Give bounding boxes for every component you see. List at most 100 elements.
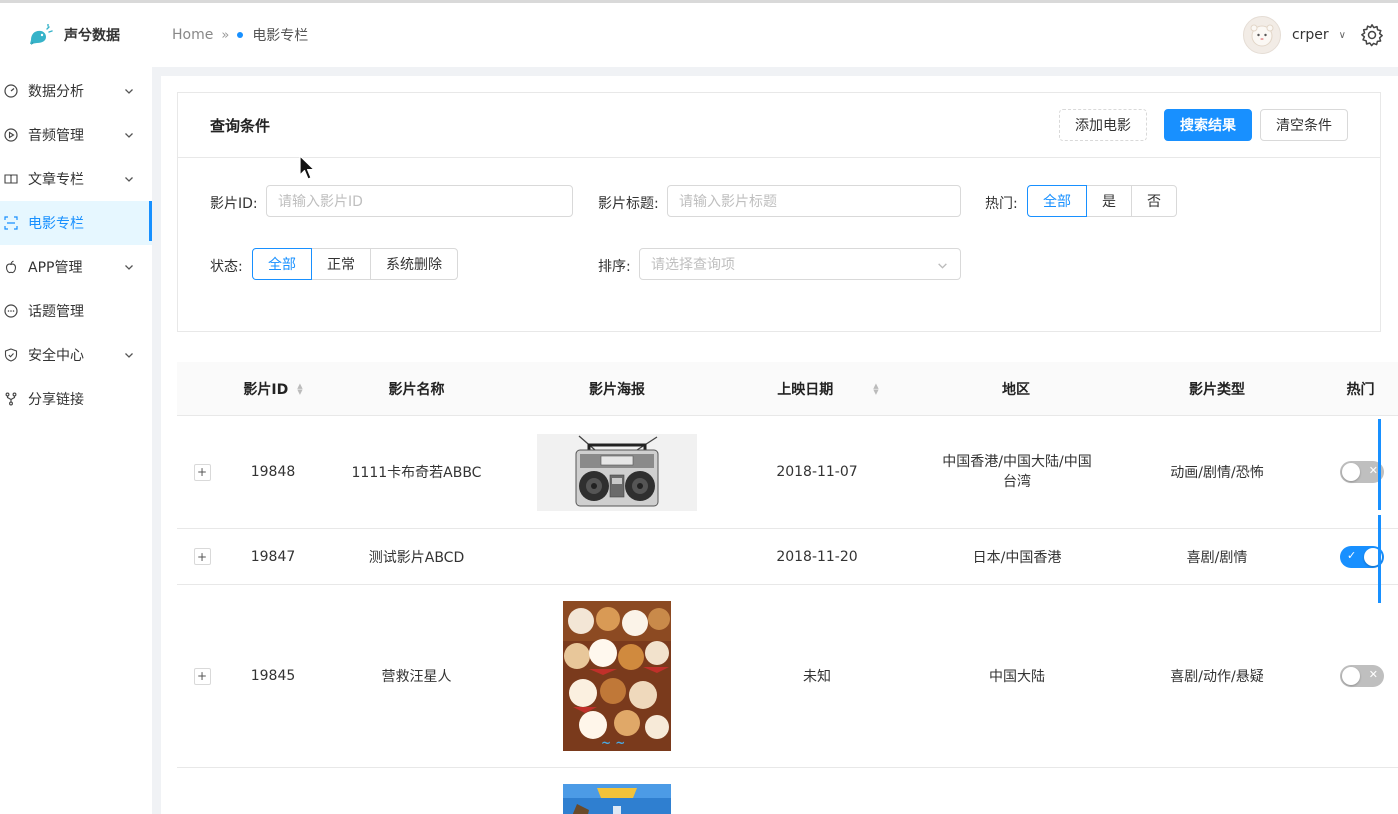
movie-poster-empty <box>514 529 720 584</box>
sidebar-item-topics[interactable]: 话题管理 <box>0 289 152 333</box>
column-header-id[interactable]: 影片ID ▲ ▼ <box>227 362 319 416</box>
sidebar-item-security[interactable]: 安全中心 <box>0 333 152 377</box>
hot-label: 热门: <box>985 196 1018 212</box>
sidebar-item-share[interactable]: 分享链接 <box>0 377 152 421</box>
add-movie-button[interactable]: 添加电影 <box>1059 109 1147 141</box>
scrollbar-indicator[interactable] <box>1378 515 1381 603</box>
hot-option-yes[interactable]: 是 <box>1086 185 1132 217</box>
genre-cell: 喜剧/动作/悬疑 <box>1170 669 1264 685</box>
sidebar-item-label: 话题管理 <box>28 304 84 320</box>
column-header-label: 地区 <box>1002 382 1030 398</box>
gear-icon[interactable] <box>1360 23 1384 47</box>
movie-poster[interactable] <box>537 433 697 511</box>
release-date-cell: 未知 <box>803 669 831 685</box>
column-header-poster: 影片海报 <box>514 362 720 416</box>
sort-select-placeholder: 请选择查询项 <box>651 257 735 273</box>
chevron-down-icon <box>124 172 134 188</box>
genre-cell: 喜剧/剧情 <box>1186 549 1248 566</box>
movie-name-cell: 营救汪星人 <box>381 669 452 685</box>
query-card-header: 查询条件 添加电影 搜索结果 清空条件 <box>178 93 1380 158</box>
hot-option-all[interactable]: 全部 <box>1027 185 1087 217</box>
sort-select[interactable]: 请选择查询项 <box>639 248 961 280</box>
movie-title-input[interactable]: 请输入影片标题 <box>667 185 961 217</box>
dashboard-icon <box>4 84 18 98</box>
query-actions: 添加电影 搜索结果 清空条件 <box>1059 109 1348 141</box>
chevron-down-icon <box>124 348 134 364</box>
sidebar-item-data-analysis[interactable]: 数据分析 <box>0 69 152 113</box>
play-circle-icon <box>4 128 18 142</box>
movie-name-cell: 测试影片ABCD <box>368 549 465 566</box>
movie-title-label: 影片标题: <box>598 196 659 212</box>
movie-name-cell: 1111卡布奇若ABBC <box>351 465 482 481</box>
chevron-down-icon <box>124 128 134 144</box>
movie-id-cell: 19845 <box>250 668 296 684</box>
table-row: + 19848 1111卡布奇若ABBC 2018-11-07 中国香港/中国大… <box>177 416 1398 529</box>
column-header-label: 影片海报 <box>589 382 645 398</box>
apple-icon <box>4 260 18 274</box>
breadcrumb-current: 电影专栏 <box>252 28 309 44</box>
top-header: 声兮数据 Home » 电影专栏 crper ∨ <box>0 3 1398 67</box>
column-header-label: 影片ID <box>243 382 289 398</box>
breadcrumb: Home » 电影专栏 <box>172 25 308 45</box>
movie-id-input[interactable]: 请输入影片ID <box>266 185 573 217</box>
column-header-label: 上映日期 <box>777 382 834 398</box>
column-header-name: 影片名称 <box>319 362 514 416</box>
movie-poster[interactable] <box>563 784 671 814</box>
search-button[interactable]: 搜索结果 <box>1164 109 1252 141</box>
expand-row-button[interactable]: + <box>193 463 211 481</box>
app-logo[interactable]: 声兮数据 <box>0 24 160 46</box>
query-title: 查询条件 <box>210 116 271 135</box>
chevron-down-icon <box>937 259 948 275</box>
sidebar-item-label: 电影专栏 <box>28 216 84 232</box>
hot-toggle[interactable]: ✕ <box>1340 665 1384 687</box>
table-row: + 19847 测试影片ABCD 2018-11-20 日本/中国香港 喜剧/剧… <box>177 529 1398 585</box>
expand-row-button[interactable]: + <box>193 548 211 565</box>
expand-row-button[interactable]: + <box>193 667 211 685</box>
sidebar-item-app[interactable]: APP管理 <box>0 245 152 289</box>
chevron-down-icon <box>124 84 134 100</box>
expand-column-header <box>177 362 227 416</box>
table-row <box>177 768 1398 814</box>
breadcrumb-home[interactable]: Home <box>172 27 213 43</box>
sidebar-item-articles[interactable]: 文章专栏 <box>0 157 152 201</box>
column-header-hot: 热门 <box>1323 362 1398 416</box>
movie-id-cell: 19848 <box>250 464 296 480</box>
column-header-label: 热门 <box>1346 382 1375 398</box>
column-header-label: 影片类型 <box>1189 382 1245 398</box>
query-card: 查询条件 添加电影 搜索结果 清空条件 影片ID: 请输入影片ID 影片标题: … <box>177 92 1381 332</box>
sidebar-item-movies[interactable]: 电影专栏 <box>0 201 152 245</box>
chevron-down-icon[interactable]: ∨ <box>1339 30 1346 41</box>
breadcrumb-dot-icon <box>237 32 244 38</box>
chevron-down-icon <box>124 260 134 276</box>
status-option-normal[interactable]: 正常 <box>311 248 371 280</box>
region-cell: 中国香港/中国大陆/中国台湾 <box>942 454 1092 490</box>
column-header-date[interactable]: 上映日期 ▲ ▼ <box>720 362 936 416</box>
sort-icon[interactable]: ▲ ▼ <box>873 383 878 396</box>
sidebar-item-audio[interactable]: 音频管理 <box>0 113 152 157</box>
avatar-face-icon <box>1250 24 1274 47</box>
clear-button[interactable]: 清空条件 <box>1260 109 1348 141</box>
column-header-genre: 影片类型 <box>1111 362 1323 416</box>
status-option-deleted[interactable]: 系统删除 <box>370 248 458 280</box>
avatar[interactable] <box>1242 16 1281 54</box>
movie-id-label: 影片ID: <box>210 196 258 212</box>
poster-title-art: ~ ~ <box>601 736 625 750</box>
shield-icon <box>4 348 18 362</box>
fork-icon <box>4 392 18 406</box>
sidebar-item-label: 安全中心 <box>28 348 84 364</box>
status-option-all[interactable]: 全部 <box>252 248 312 280</box>
book-icon <box>4 172 18 186</box>
genre-cell: 动画/剧情/恐怖 <box>1170 465 1264 481</box>
boombox-poster-image <box>575 435 659 507</box>
sidebar-item-label: 音频管理 <box>28 128 84 144</box>
sidebar-item-label: 分享链接 <box>28 392 84 408</box>
hot-option-no[interactable]: 否 <box>1131 185 1177 217</box>
sidebar-item-label: APP管理 <box>28 260 83 276</box>
scrollbar-indicator[interactable] <box>1378 419 1381 510</box>
movie-poster[interactable]: ~ ~ <box>563 601 671 751</box>
message-icon <box>4 304 18 318</box>
sort-icon[interactable]: ▲ ▼ <box>297 383 302 396</box>
sort-label: 排序: <box>598 259 631 275</box>
username[interactable]: crper <box>1292 27 1329 43</box>
sidebar-item-label: 数据分析 <box>28 84 84 100</box>
